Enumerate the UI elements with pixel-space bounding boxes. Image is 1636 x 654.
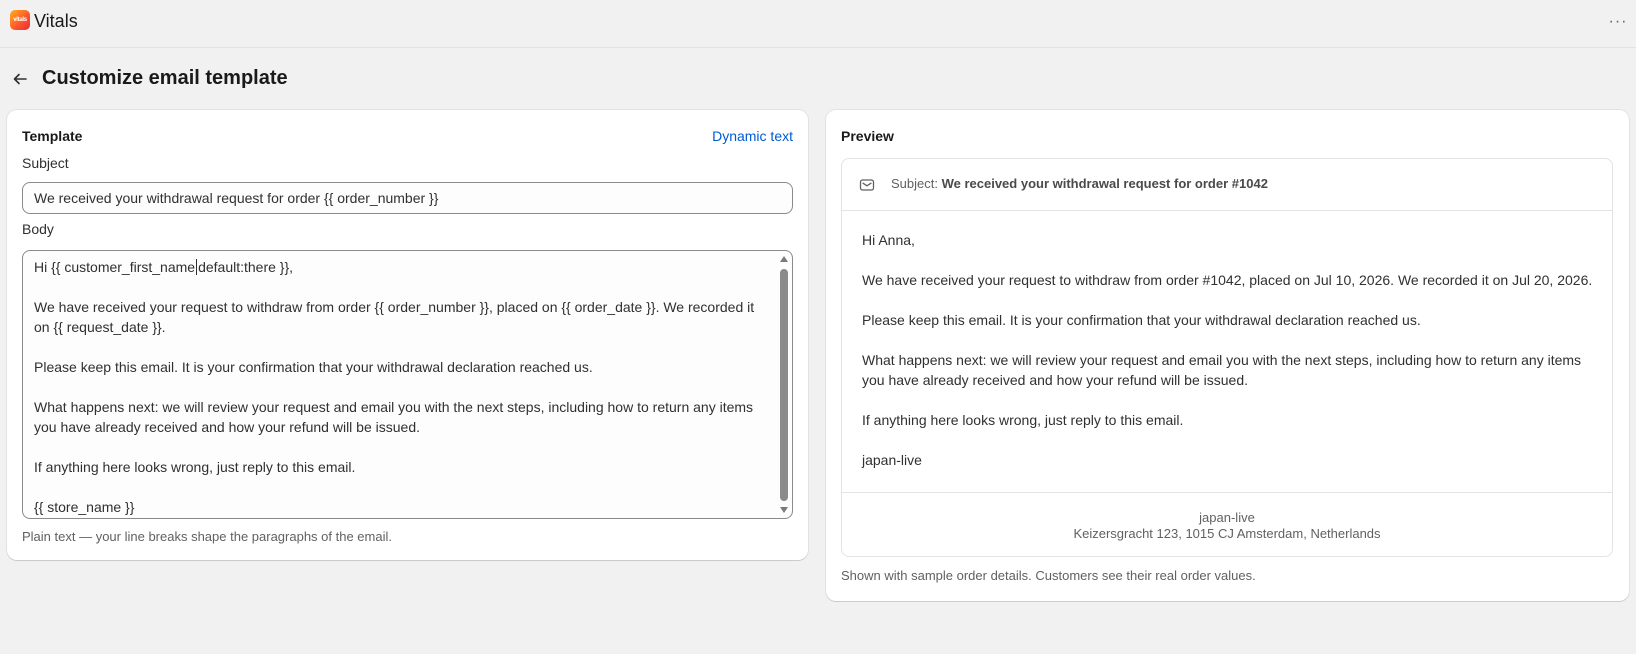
more-icon: ··· xyxy=(1608,13,1628,30)
body-text[interactable]: Hi {{ customer_first_name default:there }… xyxy=(34,257,769,518)
preview-paragraph: We have received your request to withdra… xyxy=(862,272,1593,288)
preview-paragraph: What happens next: we will review your r… xyxy=(862,352,1582,388)
back-arrow-icon xyxy=(13,73,27,85)
template-card: Template Dynamic text Subject We receive… xyxy=(7,110,808,560)
preview-note: Shown with sample order details. Custome… xyxy=(841,568,1256,583)
preview-paragraph: japan-live xyxy=(862,452,922,468)
preview-body: Hi Anna, We have received your request t… xyxy=(862,230,1597,490)
footer-address: Keizersgracht 123, 1015 CJ Amsterdam, Ne… xyxy=(1073,526,1381,541)
more-actions-button[interactable]: ··· xyxy=(1606,10,1630,34)
body-line: Hi {{ customer_first_name default:there }… xyxy=(34,259,294,275)
preview-subject: Subject: We received your withdrawal req… xyxy=(891,176,1268,191)
preview-paragraph: Hi Anna, xyxy=(862,232,915,248)
text-caret xyxy=(196,259,198,275)
back-button[interactable] xyxy=(8,67,32,91)
subject-input[interactable]: We received your withdrawal request for … xyxy=(22,182,793,214)
body-scrollbar[interactable] xyxy=(777,252,791,517)
body-textarea[interactable]: Hi {{ customer_first_name default:there }… xyxy=(22,250,793,519)
page-title: Customize email template xyxy=(42,67,288,89)
preview-paragraph: If anything here looks wrong, just reply… xyxy=(862,412,1184,428)
body-paragraph: What happens next: we will review your r… xyxy=(34,399,757,435)
app-bar: vitals Vitals ··· xyxy=(0,0,1636,48)
template-heading: Template xyxy=(22,128,83,144)
body-paragraph: We have received your request to withdra… xyxy=(34,299,759,335)
app-title: Vitals xyxy=(34,11,78,31)
email-preview: Subject: We received your withdrawal req… xyxy=(841,158,1613,557)
body-paragraph: {{ store_name }} xyxy=(34,499,135,515)
scroll-up-icon[interactable] xyxy=(780,256,788,262)
app-logo-icon: vitals xyxy=(10,10,30,30)
body-label: Body xyxy=(22,221,54,237)
preview-subject-row: Subject: We received your withdrawal req… xyxy=(842,159,1612,211)
subject-label: Subject xyxy=(22,155,69,171)
body-paragraph: If anything here looks wrong, just reply… xyxy=(34,459,356,475)
preview-subject-value: We received your withdrawal request for … xyxy=(941,176,1268,191)
mail-icon xyxy=(859,179,875,191)
scrollbar-thumb[interactable] xyxy=(780,269,788,501)
preview-card: Preview Subject: We received your withdr… xyxy=(826,110,1629,601)
dynamic-text-link[interactable]: Dynamic text xyxy=(712,128,793,144)
preview-footer: japan-live Keizersgracht 123, 1015 CJ Am… xyxy=(842,492,1612,556)
footer-store-name: japan-live xyxy=(1199,510,1255,525)
scroll-down-icon[interactable] xyxy=(780,507,788,513)
preview-paragraph: Please keep this email. It is your confi… xyxy=(862,312,1421,328)
body-paragraph: Please keep this email. It is your confi… xyxy=(34,359,593,375)
preview-heading: Preview xyxy=(841,128,894,144)
body-help-text: Plain text — your line breaks shape the … xyxy=(22,529,392,544)
